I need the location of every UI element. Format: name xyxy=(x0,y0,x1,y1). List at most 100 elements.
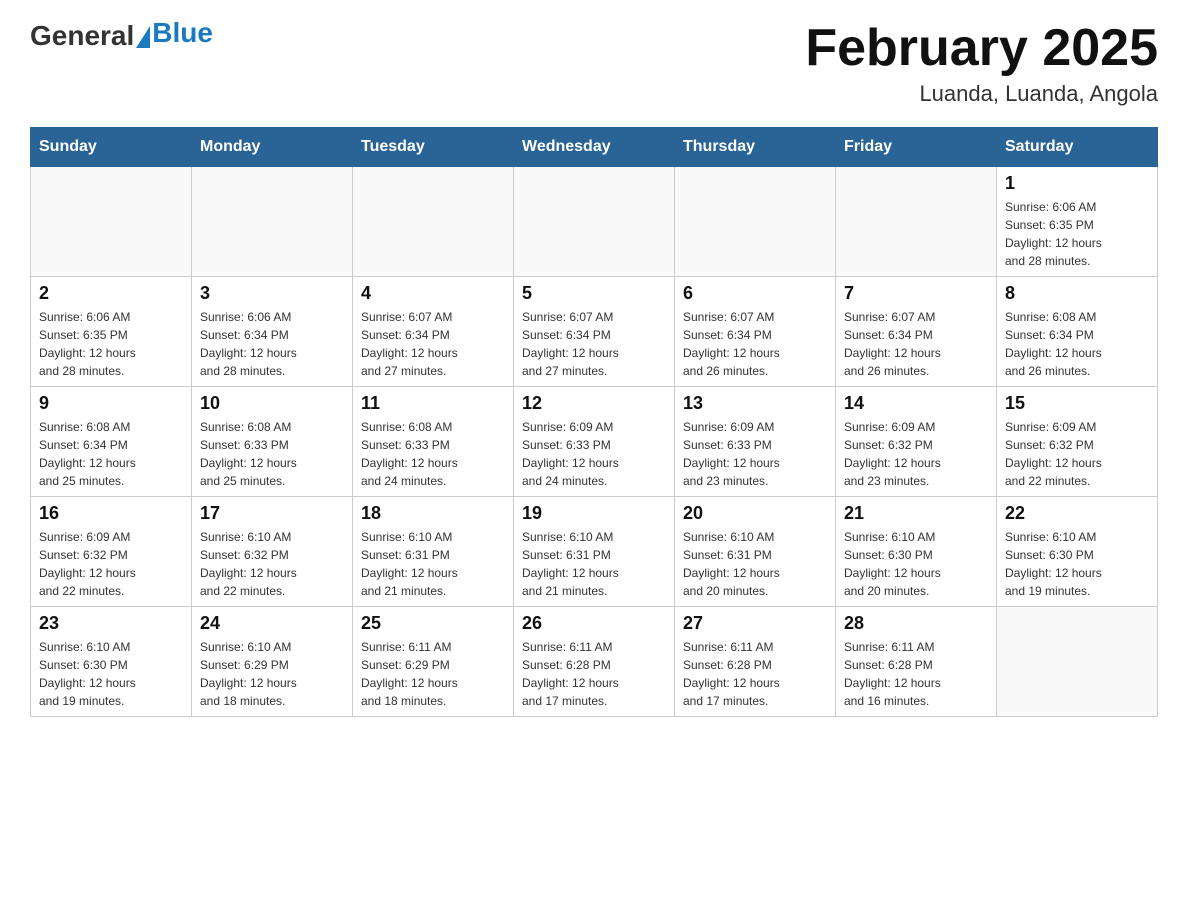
day-info: Sunrise: 6:11 AM Sunset: 6:28 PM Dayligh… xyxy=(844,638,988,710)
day-info: Sunrise: 6:06 AM Sunset: 6:34 PM Dayligh… xyxy=(200,308,344,380)
calendar-cell xyxy=(997,607,1158,717)
weekday-header-saturday: Saturday xyxy=(997,128,1158,167)
calendar-cell: 17 Sunrise: 6:10 AM Sunset: 6:32 PM Dayli… xyxy=(192,497,353,607)
day-number: 5 xyxy=(522,283,666,304)
weekday-header-wednesday: Wednesday xyxy=(514,128,675,167)
calendar-cell: 24 Sunrise: 6:10 AM Sunset: 6:29 PM Dayli… xyxy=(192,607,353,717)
calendar-cell: 21 Sunrise: 6:10 AM Sunset: 6:30 PM Dayli… xyxy=(836,497,997,607)
day-info: Sunrise: 6:11 AM Sunset: 6:28 PM Dayligh… xyxy=(522,638,666,710)
location-subtitle: Luanda, Luanda, Angola xyxy=(805,81,1158,107)
day-number: 7 xyxy=(844,283,988,304)
weekday-header-friday: Friday xyxy=(836,128,997,167)
day-number: 10 xyxy=(200,393,344,414)
day-number: 14 xyxy=(844,393,988,414)
calendar-week-row-3: 9 Sunrise: 6:08 AM Sunset: 6:34 PM Daylig… xyxy=(31,387,1158,497)
calendar-cell: 2 Sunrise: 6:06 AM Sunset: 6:35 PM Daylig… xyxy=(31,277,192,387)
day-info: Sunrise: 6:06 AM Sunset: 6:35 PM Dayligh… xyxy=(39,308,183,380)
day-number: 3 xyxy=(200,283,344,304)
calendar-cell xyxy=(675,167,836,277)
calendar-cell: 13 Sunrise: 6:09 AM Sunset: 6:33 PM Dayli… xyxy=(675,387,836,497)
calendar-cell: 25 Sunrise: 6:11 AM Sunset: 6:29 PM Dayli… xyxy=(353,607,514,717)
day-info: Sunrise: 6:08 AM Sunset: 6:34 PM Dayligh… xyxy=(1005,308,1149,380)
calendar-week-row-2: 2 Sunrise: 6:06 AM Sunset: 6:35 PM Daylig… xyxy=(31,277,1158,387)
logo: General Blue xyxy=(30,20,213,52)
day-info: Sunrise: 6:07 AM Sunset: 6:34 PM Dayligh… xyxy=(361,308,505,380)
calendar-cell: 11 Sunrise: 6:08 AM Sunset: 6:33 PM Dayli… xyxy=(353,387,514,497)
day-number: 18 xyxy=(361,503,505,524)
calendar-cell xyxy=(836,167,997,277)
month-year-title: February 2025 xyxy=(805,20,1158,77)
calendar-cell: 7 Sunrise: 6:07 AM Sunset: 6:34 PM Daylig… xyxy=(836,277,997,387)
calendar-cell: 23Sunrise: 6:10 AM Sunset: 6:30 PM Dayli… xyxy=(31,607,192,717)
day-info: Sunrise: 6:09 AM Sunset: 6:33 PM Dayligh… xyxy=(522,418,666,490)
calendar-week-row-4: 16Sunrise: 6:09 AM Sunset: 6:32 PM Dayli… xyxy=(31,497,1158,607)
calendar-cell: 6 Sunrise: 6:07 AM Sunset: 6:34 PM Daylig… xyxy=(675,277,836,387)
calendar-cell: 4Sunrise: 6:07 AM Sunset: 6:34 PM Daylig… xyxy=(353,277,514,387)
day-number: 26 xyxy=(522,613,666,634)
calendar-cell xyxy=(514,167,675,277)
calendar-week-row-1: 1 Sunrise: 6:06 AM Sunset: 6:35 PM Daylig… xyxy=(31,167,1158,277)
day-info: Sunrise: 6:08 AM Sunset: 6:33 PM Dayligh… xyxy=(200,418,344,490)
day-info: Sunrise: 6:11 AM Sunset: 6:29 PM Dayligh… xyxy=(361,638,505,710)
day-info: Sunrise: 6:10 AM Sunset: 6:31 PM Dayligh… xyxy=(683,528,827,600)
day-info: Sunrise: 6:08 AM Sunset: 6:33 PM Dayligh… xyxy=(361,418,505,490)
weekday-header-tuesday: Tuesday xyxy=(353,128,514,167)
day-number: 15 xyxy=(1005,393,1149,414)
day-info: Sunrise: 6:10 AM Sunset: 6:29 PM Dayligh… xyxy=(200,638,344,710)
day-info: Sunrise: 6:07 AM Sunset: 6:34 PM Dayligh… xyxy=(844,308,988,380)
day-info: Sunrise: 6:11 AM Sunset: 6:28 PM Dayligh… xyxy=(683,638,827,710)
calendar-cell: 27 Sunrise: 6:11 AM Sunset: 6:28 PM Dayli… xyxy=(675,607,836,717)
calendar-cell: 9 Sunrise: 6:08 AM Sunset: 6:34 PM Daylig… xyxy=(31,387,192,497)
day-info: Sunrise: 6:10 AM Sunset: 6:32 PM Dayligh… xyxy=(200,528,344,600)
day-info: Sunrise: 6:09 AM Sunset: 6:32 PM Dayligh… xyxy=(1005,418,1149,490)
calendar-cell xyxy=(31,167,192,277)
weekday-header-thursday: Thursday xyxy=(675,128,836,167)
day-number: 8 xyxy=(1005,283,1149,304)
calendar-cell: 15 Sunrise: 6:09 AM Sunset: 6:32 PM Dayli… xyxy=(997,387,1158,497)
day-number: 9 xyxy=(39,393,183,414)
calendar-week-row-5: 23Sunrise: 6:10 AM Sunset: 6:30 PM Dayli… xyxy=(31,607,1158,717)
calendar-cell xyxy=(353,167,514,277)
day-info: Sunrise: 6:07 AM Sunset: 6:34 PM Dayligh… xyxy=(522,308,666,380)
calendar-cell: 8 Sunrise: 6:08 AM Sunset: 6:34 PM Daylig… xyxy=(997,277,1158,387)
calendar-cell: 10 Sunrise: 6:08 AM Sunset: 6:33 PM Dayli… xyxy=(192,387,353,497)
day-number: 1 xyxy=(1005,173,1149,194)
day-info: Sunrise: 6:10 AM Sunset: 6:30 PM Dayligh… xyxy=(844,528,988,600)
calendar-cell: 12 Sunrise: 6:09 AM Sunset: 6:33 PM Dayli… xyxy=(514,387,675,497)
day-info: Sunrise: 6:06 AM Sunset: 6:35 PM Dayligh… xyxy=(1005,198,1149,270)
calendar-cell: 14 Sunrise: 6:09 AM Sunset: 6:32 PM Dayli… xyxy=(836,387,997,497)
day-number: 17 xyxy=(200,503,344,524)
day-number: 27 xyxy=(683,613,827,634)
weekday-header-monday: Monday xyxy=(192,128,353,167)
day-info: Sunrise: 6:10 AM Sunset: 6:30 PM Dayligh… xyxy=(39,638,183,710)
day-info: Sunrise: 6:10 AM Sunset: 6:31 PM Dayligh… xyxy=(361,528,505,600)
calendar-cell: 26 Sunrise: 6:11 AM Sunset: 6:28 PM Dayli… xyxy=(514,607,675,717)
logo-text-blue: Blue xyxy=(150,17,213,49)
weekday-header-row: SundayMondayTuesdayWednesdayThursdayFrid… xyxy=(31,128,1158,167)
day-number: 28 xyxy=(844,613,988,634)
calendar-cell: 5 Sunrise: 6:07 AM Sunset: 6:34 PM Daylig… xyxy=(514,277,675,387)
day-number: 19 xyxy=(522,503,666,524)
day-number: 13 xyxy=(683,393,827,414)
day-number: 6 xyxy=(683,283,827,304)
day-info: Sunrise: 6:08 AM Sunset: 6:34 PM Dayligh… xyxy=(39,418,183,490)
day-number: 16 xyxy=(39,503,183,524)
title-block: February 2025 Luanda, Luanda, Angola xyxy=(805,20,1158,107)
day-info: Sunrise: 6:09 AM Sunset: 6:32 PM Dayligh… xyxy=(844,418,988,490)
day-info: Sunrise: 6:10 AM Sunset: 6:31 PM Dayligh… xyxy=(522,528,666,600)
day-number: 2 xyxy=(39,283,183,304)
day-number: 12 xyxy=(522,393,666,414)
day-info: Sunrise: 6:07 AM Sunset: 6:34 PM Dayligh… xyxy=(683,308,827,380)
day-number: 24 xyxy=(200,613,344,634)
weekday-header-sunday: Sunday xyxy=(31,128,192,167)
logo-text-general: General xyxy=(30,20,134,52)
day-info: Sunrise: 6:09 AM Sunset: 6:33 PM Dayligh… xyxy=(683,418,827,490)
calendar-cell: 20Sunrise: 6:10 AM Sunset: 6:31 PM Dayli… xyxy=(675,497,836,607)
day-info: Sunrise: 6:10 AM Sunset: 6:30 PM Dayligh… xyxy=(1005,528,1149,600)
day-number: 21 xyxy=(844,503,988,524)
day-number: 25 xyxy=(361,613,505,634)
calendar-cell: 18 Sunrise: 6:10 AM Sunset: 6:31 PM Dayli… xyxy=(353,497,514,607)
day-number: 11 xyxy=(361,393,505,414)
calendar-cell: 22Sunrise: 6:10 AM Sunset: 6:30 PM Dayli… xyxy=(997,497,1158,607)
calendar-cell: 1 Sunrise: 6:06 AM Sunset: 6:35 PM Daylig… xyxy=(997,167,1158,277)
